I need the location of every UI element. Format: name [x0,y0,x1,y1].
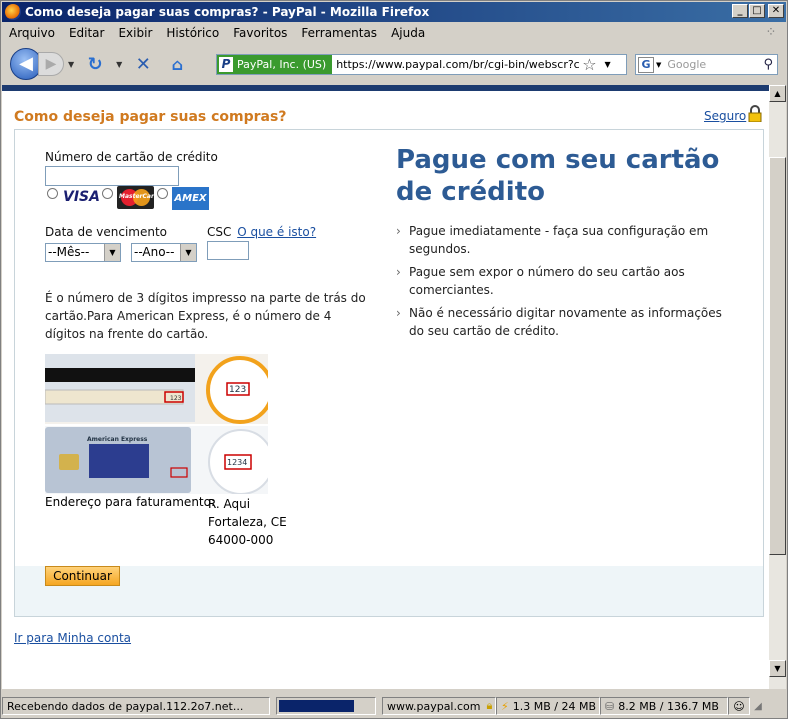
panel-footer [15,566,763,616]
navigation-toolbar: ◀ ▶ ▼ ↻ ▼ ✕ ⌂ P PayPal, Inc. (US) https:… [2,45,786,83]
csc-input[interactable] [207,241,249,260]
home-icon[interactable]: ⌂ [164,55,190,74]
scroll-down-icon[interactable]: ▼ [769,660,786,677]
reload-icon[interactable]: ↻ [82,54,108,75]
benefit-item: Pague sem expor o número do seu cartão a… [396,263,736,299]
my-account-link[interactable]: Ir para Minha conta [14,631,131,645]
site-identity-label: PayPal, Inc. (US) [237,58,327,71]
payment-panel: Número de cartão de crédito VISA MasterC… [14,129,764,617]
header-bar [2,85,769,91]
zoom-csc-text: 123 [229,385,246,395]
page-content: Como deseja pagar suas compras? Seguro N… [2,85,769,689]
google-engine-icon[interactable]: G [638,56,654,73]
radio-mastercard[interactable] [102,188,113,199]
year-select-value: --Ano-- [134,245,175,259]
benefits-list: Pague imediatamente - faça sua configura… [396,222,736,345]
month-select[interactable]: --Mês-- ▼ [45,243,121,262]
address-line-2: Fortaleza, CE [208,515,287,529]
padlock-icon[interactable]: 🔒︎ [486,699,492,713]
title-bar: Como deseja pagar suas compras? - PayPal… [2,2,786,22]
vertical-scrollbar[interactable]: ▲ ▼ [769,85,786,689]
progress-bar [276,697,376,715]
search-box[interactable]: G ▼ Google ⚲ [635,54,778,75]
billing-address-label: Endereço para faturamento: [45,495,216,509]
memory-usage-2: ⛁ 8.2 MB / 136.7 MB [600,697,728,715]
zoom-csc4-text: 1234 [227,458,247,467]
promo-heading: Pague com seu cartão de crédito [396,145,720,207]
search-icon[interactable]: ⚲ [763,57,773,72]
scroll-up-icon[interactable]: ▲ [769,85,786,102]
chevron-down-icon: ▼ [104,244,120,261]
search-input[interactable]: Google [667,58,763,71]
menu-editar[interactable]: Editar [62,26,112,40]
close-window-button[interactable]: ✕ [768,4,784,18]
csc-label-text: CSC [207,225,232,239]
memory-usage-1: ⚡︎ 1.3 MB / 24 MB [496,697,600,715]
address-line-3: 64000-000 [208,533,274,547]
memory-usage-2-text: 8.2 MB / 136.7 MB [618,699,719,713]
secure-link[interactable]: Seguro [704,109,746,123]
benefit-item: Não é necessário digitar novamente as in… [396,304,736,340]
csc-card-illustration: 123 123 American Express 1234 [45,354,268,494]
menu-exibir[interactable]: Exibir [111,26,159,40]
expiry-label: Data de vencimento [45,225,168,239]
maximize-button[interactable]: □ [749,4,765,18]
status-domain-text: www.paypal.com [387,699,481,713]
year-select[interactable]: --Ano-- ▼ [131,243,197,262]
site-identity-badge[interactable]: P PayPal, Inc. (US) [217,55,333,74]
url-text[interactable]: https://www.paypal.com/br/cgi-bin/webscr… [332,58,580,71]
memory-usage-1-text: 1.3 MB / 24 MB [512,699,596,713]
browser-window: Como deseja pagar suas compras? - PayPal… [0,0,788,719]
amex-brand-text: American Express [87,436,148,443]
menu-ajuda[interactable]: Ajuda [384,26,432,40]
menu-ferramentas[interactable]: Ferramentas [294,26,384,40]
menu-favoritos[interactable]: Favoritos [226,26,294,40]
csc-explanation: É o número de 3 dígitos impresso na part… [45,291,366,341]
minimize-button[interactable]: _ [732,4,748,18]
paypal-favicon-icon: P [219,57,233,72]
reload-dropdown-icon[interactable]: ▼ [116,60,122,69]
month-select-value: --Mês-- [48,245,90,259]
card-number-label: Número de cartão de crédito [45,150,218,164]
firefox-icon [5,4,21,20]
history-dropdown-icon[interactable]: ▼ [68,60,74,69]
status-message: Recebendo dados de paypal.112.2o7.net... [2,697,270,715]
billing-address: R. Aqui Fortaleza, CE 64000-000 [208,495,287,549]
menu-arquivo[interactable]: Arquivo [2,26,62,40]
stop-icon[interactable]: ✕ [130,54,156,75]
chevron-down-icon: ▼ [180,244,196,261]
amex-logo: AMEX [172,187,209,210]
engine-dropdown-icon[interactable]: ▼ [656,61,661,69]
scroll-thumb[interactable] [769,157,786,555]
bookmark-star-icon[interactable]: ☆ [582,55,596,74]
card-number-input[interactable] [45,166,179,186]
resize-grip-icon[interactable]: ◢ [750,701,766,712]
menu-bar: Arquivo Editar Exibir Histórico Favorito… [2,23,786,43]
card-back-csc-text: 123 [170,395,182,402]
status-domain: www.paypal.com 🔒︎ [382,697,496,715]
address-bar[interactable]: P PayPal, Inc. (US) https://www.paypal.c… [216,54,627,75]
url-dropdown-icon[interactable]: ▼ [605,60,611,69]
visa-logo: VISA [63,189,100,205]
window-title: Como deseja pagar suas compras? - PayPal… [25,5,430,19]
address-line-1: R. Aqui [208,497,251,511]
lightning-icon: ⚡︎ [501,699,509,713]
benefit-item: Pague imediatamente - faça sua configura… [396,222,736,258]
disk-icon: ⛁ [605,699,615,713]
forward-button[interactable]: ▶ [38,52,64,76]
page-title: Como deseja pagar suas compras? [14,109,287,125]
csc-label: CSC O que é isto? [207,225,316,239]
progress-fill [279,700,355,712]
csc-help-link[interactable]: O que é isto? [237,225,316,239]
lock-icon [748,105,762,122]
status-bar: Recebendo dados de paypal.112.2o7.net...… [2,695,786,717]
radio-amex[interactable] [157,188,168,199]
continue-button[interactable]: Continuar [45,566,120,586]
mastercard-logo: MasterCard [117,186,158,209]
menu-historico[interactable]: Histórico [159,26,226,40]
radio-visa[interactable] [47,188,58,199]
addon-icon[interactable]: ☺ [728,697,750,715]
loading-throbber-icon: ⁘ [765,25,777,40]
